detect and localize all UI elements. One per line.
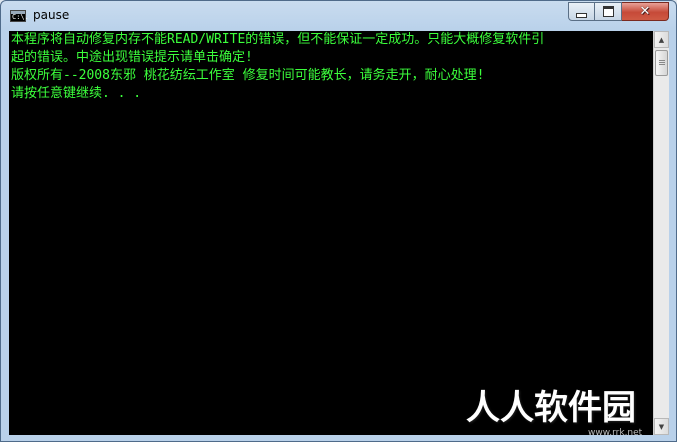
- maximize-button[interactable]: [595, 2, 622, 21]
- minimize-button[interactable]: [568, 2, 595, 21]
- console-output[interactable]: 本程序将自动修复内存不能READ/WRITE的错误，但不能保证一定成功。只能大概…: [9, 31, 653, 435]
- scroll-thumb[interactable]: [655, 50, 668, 76]
- scroll-up-button[interactable]: ▲: [654, 31, 669, 48]
- console-icon-text: C:\.: [12, 13, 29, 21]
- watermark-url: www.rrk.net: [588, 428, 643, 438]
- console-window: C:\. pause ✕ 本程序将自动修复内存不能READ/WRITE的错误，但…: [0, 0, 677, 442]
- thumb-grip-line: [659, 62, 665, 63]
- window-controls: ✕: [568, 2, 669, 21]
- window-title: pause: [33, 8, 70, 22]
- console-line: 请按任意键继续. . .: [11, 86, 142, 101]
- console-icon[interactable]: C:\.: [10, 10, 29, 22]
- thumb-grip-line: [659, 60, 665, 61]
- console-line: 版权所有--2008东邪 桃花纺纭工作室 修复时间可能教长，请务走开，耐心处理!: [11, 68, 485, 83]
- close-button[interactable]: ✕: [622, 2, 669, 21]
- title-bar[interactable]: C:\. pause ✕: [1, 1, 676, 31]
- console-line: 本程序将自动修复内存不能READ/WRITE的错误，但不能保证一定成功。只能大概…: [11, 32, 545, 47]
- minimize-icon: [576, 13, 587, 18]
- thumb-grip-line: [659, 64, 665, 65]
- vertical-scrollbar[interactable]: ▲ ▼: [653, 31, 669, 435]
- close-icon: ✕: [639, 4, 651, 19]
- console-line: 起的错误。中途出现错误提示请单击确定!: [11, 50, 253, 65]
- chevron-up-icon: ▲: [658, 35, 665, 44]
- maximize-icon: [602, 6, 614, 17]
